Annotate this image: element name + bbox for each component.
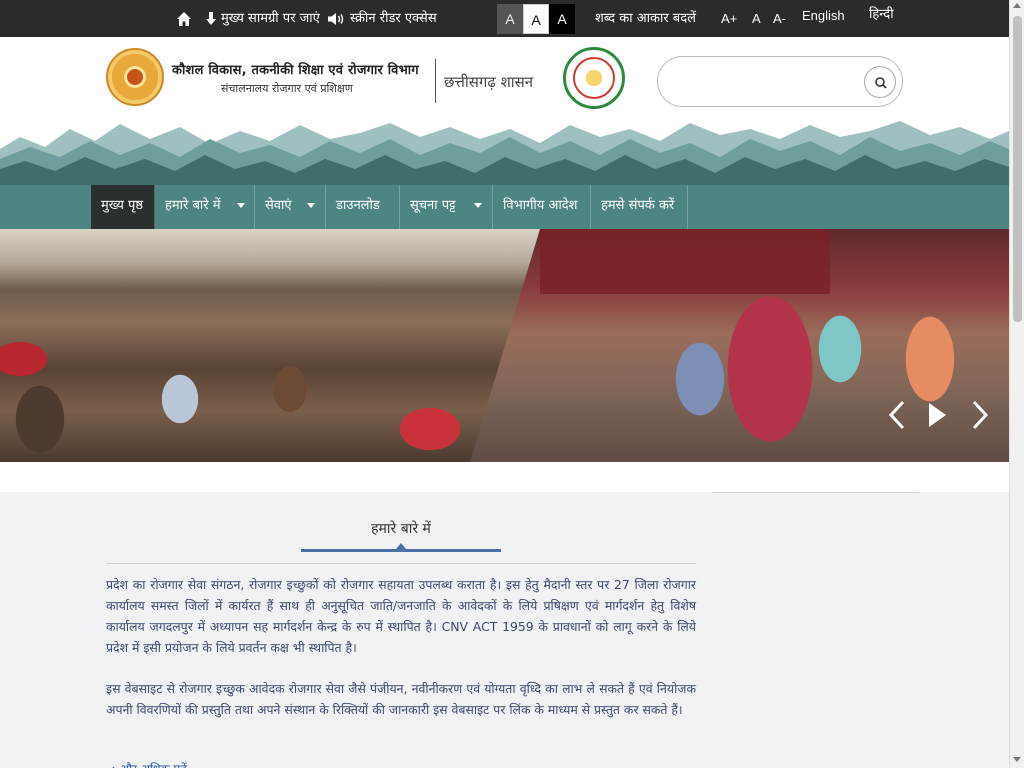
nav-item-contact[interactable]: हमसे संपर्क करें (591, 185, 688, 229)
section-title-arrow-icon (396, 543, 406, 549)
nav-item-label: सेवाएं (265, 198, 292, 213)
nav-item-downloads[interactable]: डाउनलोड (326, 185, 400, 229)
nav-item-home[interactable]: मुख्य पृष्ठ (91, 185, 155, 229)
home-icon (177, 11, 191, 26)
nav-item-label: हमसे संपर्क करें (601, 198, 675, 213)
slide-banner (540, 229, 830, 294)
skip-to-content-label: मुख्य सामग्री पर जाएं (221, 11, 320, 26)
nav-item-label: मुख्य पृष्ठ (101, 198, 144, 213)
nav-item-label: विभागीय आदेश (503, 198, 578, 213)
chevron-down-icon (474, 203, 482, 208)
search-input[interactable] (672, 69, 857, 95)
search-box (657, 56, 903, 107)
search-icon (875, 77, 887, 89)
sidebar-divider (712, 492, 919, 493)
header-divider (435, 59, 436, 103)
nav-item-about[interactable]: हमारे बारे में (155, 185, 255, 229)
page-scrollbar[interactable] (1009, 0, 1024, 768)
government-name: छत्तीसगढ़ शासन (444, 73, 534, 91)
play-icon[interactable] (926, 401, 948, 429)
department-subtitle: संचालनालय रोजगार एवं प्रशिक्षण (221, 82, 353, 95)
chevron-down-icon (307, 203, 315, 208)
nav-item-services[interactable]: सेवाएं (255, 185, 326, 229)
nav-item-label: डाउनलोड (336, 198, 380, 213)
nav-item-orders[interactable]: विभागीय आदेश (493, 185, 591, 229)
contrast-light-button[interactable]: A (523, 4, 549, 34)
about-paragraph-2: इस वेबसाइट से रोजगार इच्छुक आवेदक रोजगार… (106, 681, 696, 717)
scrollbar-thumb[interactable] (1013, 16, 1022, 322)
nav-item-label: सूचना पट्ट (410, 198, 456, 213)
nav-item-label: हमारे बारे में (165, 198, 221, 213)
slide-image-crowd (0, 229, 540, 462)
mountains-decoration (0, 121, 1009, 185)
nav-item-notice-board[interactable]: सूचना पट्ट (400, 185, 493, 229)
state-emblem (563, 47, 625, 109)
skip-to-content-link[interactable]: मुख्य सामग्री पर जाएं (205, 0, 320, 37)
section-divider (106, 563, 696, 564)
department-name: कौशल विकास, तकनीकी शिक्षा एवं रोजगार विभ… (172, 63, 419, 78)
contrast-default-button[interactable]: A (497, 4, 523, 34)
home-link[interactable] (176, 0, 192, 37)
site-header: कौशल विकास, तकनीकी शिक्षा एवं रोजगार विभ… (0, 37, 1009, 185)
scroll-down-icon[interactable] (1013, 757, 1021, 762)
lang-english-link[interactable]: English (802, 0, 845, 34)
read-more-link[interactable]: → और अधिक पढ़ें (106, 760, 187, 768)
image-slider (0, 229, 1009, 462)
screen-reader-link[interactable]: स्क्रीन रीडर एक्सेस (327, 0, 437, 37)
main-navigation: मुख्य पृष्ठ हमारे बारे में सेवाएं डाउनलो… (0, 185, 1009, 229)
speaker-icon (328, 12, 344, 25)
about-paragraph-1: प्रदेश का रोजगार सेवा संगठन, रोजगार इच्छ… (106, 577, 696, 655)
about-section-title: हमारे बारे में (371, 521, 431, 537)
font-size-label: शब्द का आकार बदलें (595, 11, 696, 26)
font-increase-button[interactable]: A+ (721, 0, 737, 37)
font-normal-button[interactable]: A (752, 0, 761, 37)
chevron-down-icon (237, 203, 245, 208)
font-decrease-button[interactable]: A- (773, 0, 786, 37)
search-button[interactable] (864, 66, 896, 98)
section-title-underline (301, 549, 501, 552)
lang-hindi-link[interactable]: हिन्दी (869, 0, 894, 33)
chevron-left-icon[interactable] (886, 399, 908, 431)
contrast-dark-button[interactable]: A (549, 4, 575, 34)
arrow-down-icon (206, 11, 216, 25)
accessibility-topbar: मुख्य सामग्री पर जाएं स्क्रीन रीडर एक्से… (0, 0, 1009, 37)
screen-reader-label: स्क्रीन रीडर एक्सेस (350, 11, 437, 26)
department-logo[interactable] (106, 48, 164, 106)
chevron-right-icon[interactable] (969, 399, 991, 431)
scroll-up-icon[interactable] (1013, 3, 1021, 8)
